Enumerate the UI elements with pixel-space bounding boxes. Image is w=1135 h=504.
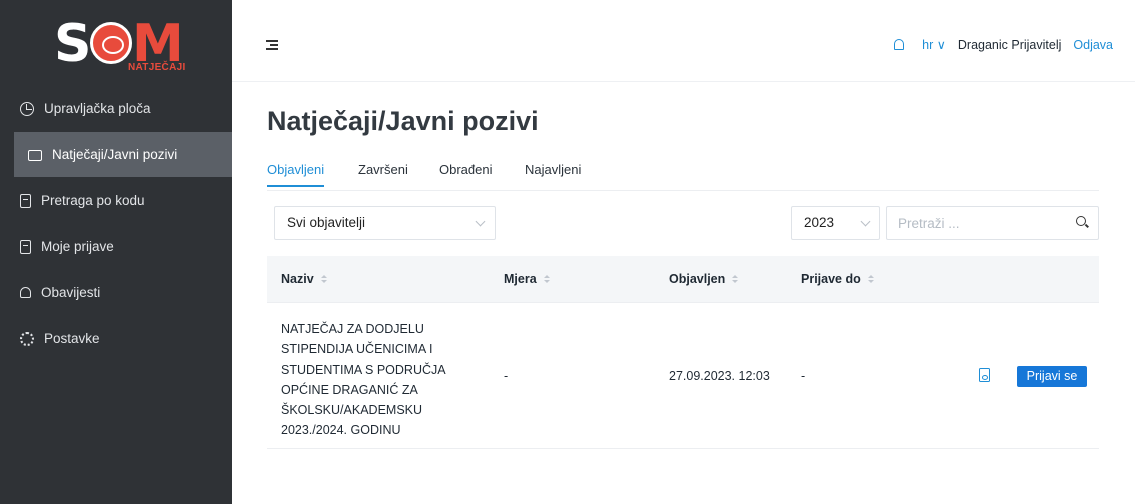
column-header-mjera[interactable]: Mjera xyxy=(504,272,550,286)
sidebar-item-label: Obavijesti xyxy=(41,285,101,300)
sidebar-item-label: Postavke xyxy=(44,331,100,346)
folder-open-icon xyxy=(28,150,42,161)
column-header-objavljen[interactable]: Objavljen xyxy=(669,272,739,286)
apply-button[interactable]: Prijavi se xyxy=(1017,366,1087,387)
pdf-icon[interactable] xyxy=(979,368,990,382)
publisher-select[interactable]: Svi objavitelji xyxy=(274,206,496,240)
file-text-icon xyxy=(20,239,31,254)
cell-prijave-do: - xyxy=(801,369,806,383)
chevron-down-icon xyxy=(860,216,871,227)
year-select[interactable]: 2023 xyxy=(791,206,880,240)
sidebar-item-natjecaji[interactable]: Natječaji/Javni pozivi xyxy=(14,132,232,177)
dashboard-icon xyxy=(20,101,34,116)
column-header-label: Prijave do xyxy=(801,272,861,286)
sidebar-item-code-search[interactable]: Pretraga po kodu xyxy=(0,178,232,223)
column-header-label: Objavljen xyxy=(669,272,726,286)
table-header: Naziv Mjera Objavljen Prijave do xyxy=(267,256,1099,303)
tab-najavljeni[interactable]: Najavljeni xyxy=(525,162,581,185)
year-select-value: 2023 xyxy=(804,215,835,230)
search-icon[interactable] xyxy=(1076,216,1088,228)
logo-letter-s: S xyxy=(54,14,92,74)
column-header-label: Naziv xyxy=(281,272,314,286)
page-title: Natječaji/Javni pozivi xyxy=(267,106,539,136)
sidebar-item-dashboard[interactable]: Upravljačka ploča xyxy=(0,86,232,131)
cell-mjera: - xyxy=(504,369,509,383)
table-row: NATJEČAJ ZA DODJELU STIPENDIJA UČENICIMA… xyxy=(267,303,1099,449)
logout-link[interactable]: Odjava xyxy=(1073,38,1113,52)
sidebar-item-label: Upravljačka ploča xyxy=(44,101,151,116)
sidebar-nav: Upravljačka ploča Natječaji/Javni pozivi… xyxy=(0,86,232,362)
logo-subtitle: NATJEČAJI xyxy=(128,62,186,73)
sort-icon xyxy=(320,275,327,283)
tab-obradeni[interactable]: Obrađeni xyxy=(439,162,492,185)
logo[interactable]: S M NATJEČAJI xyxy=(50,16,200,78)
topbar: hr ∨ Draganic Prijavitelj Odjava xyxy=(232,0,1135,82)
column-header-prijave-do[interactable]: Prijave do xyxy=(801,272,874,286)
sidebar-item-settings[interactable]: Postavke xyxy=(0,316,232,361)
sidebar-item-my-applications[interactable]: Moje prijave xyxy=(0,224,232,269)
language-value: hr xyxy=(922,38,934,52)
publisher-select-value: Svi objavitelji xyxy=(287,215,366,230)
app-root: S M NATJEČAJI Upravljačka ploča Natječaj… xyxy=(0,0,1135,504)
column-header-naziv[interactable]: Naziv xyxy=(281,272,327,286)
sidebar: S M NATJEČAJI Upravljačka ploča Natječaj… xyxy=(0,0,232,504)
sidebar-item-notifications[interactable]: Obavijesti xyxy=(0,270,232,315)
status-tabs: Objavljeni Završeni Obrađeni Najavljeni xyxy=(267,162,1099,191)
logo-emblem-icon xyxy=(90,22,132,64)
topbar-actions: hr ∨ Draganic Prijavitelj Odjava xyxy=(894,37,1113,52)
language-selector[interactable]: hr ∨ xyxy=(922,37,946,52)
file-search-icon xyxy=(20,193,31,208)
user-name[interactable]: Draganic Prijavitelj xyxy=(958,38,1062,52)
sidebar-toggle-icon[interactable] xyxy=(266,40,278,50)
notifications-bell-icon[interactable] xyxy=(894,39,905,50)
sidebar-item-label: Natječaji/Javni pozivi xyxy=(52,147,178,162)
sort-icon xyxy=(867,275,874,283)
gear-icon xyxy=(20,331,34,346)
sidebar-item-label: Pretraga po kodu xyxy=(41,193,145,208)
tab-zavrseni[interactable]: Završeni xyxy=(358,162,408,185)
sort-icon xyxy=(732,275,739,283)
sort-icon xyxy=(543,275,550,283)
tab-objavljeni[interactable]: Objavljeni xyxy=(267,162,325,187)
sidebar-item-label: Moje prijave xyxy=(41,239,114,254)
search-input[interactable] xyxy=(887,207,1057,239)
bell-icon xyxy=(20,287,31,298)
cell-naziv: NATJEČAJ ZA DODJELU STIPENDIJA UČENICIMA… xyxy=(281,322,445,438)
cell-objavljen: 27.09.2023. 12:03 xyxy=(669,369,770,383)
column-header-label: Mjera xyxy=(504,272,537,286)
chevron-down-icon xyxy=(475,216,486,227)
search-field xyxy=(886,206,1099,240)
